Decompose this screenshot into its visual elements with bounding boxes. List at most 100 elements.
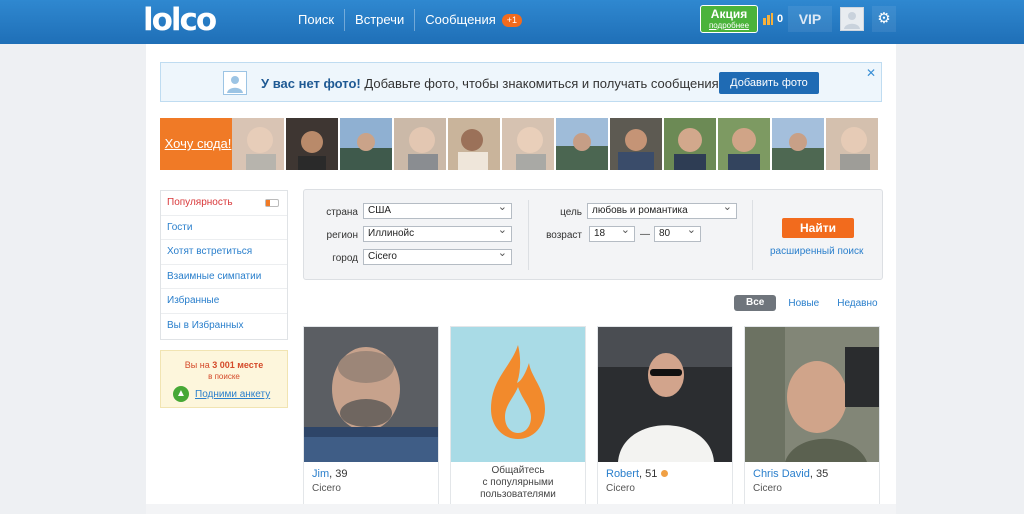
promo-card-line: с популярными [482,477,554,488]
find-button[interactable]: Найти [782,218,854,238]
featured-user-thumb[interactable] [772,118,824,170]
rank-prefix: Вы на [184,360,213,370]
tab-new[interactable]: Новые [788,298,819,309]
profile-age: , 35 [809,468,829,480]
popular-users-promo-card[interactable]: Общайтесь с популярными пользователями [450,326,586,514]
region-select[interactable]: Иллинойс [363,223,512,242]
nav-search[interactable]: Поиск [288,9,344,31]
profile-name-line: Chris David, 35 [753,468,828,480]
age-from-select[interactable]: 18 [589,223,635,242]
no-photo-text: Добавьте фото, чтобы знакомиться и получ… [360,76,719,91]
sidebar-item-in-favorites[interactable]: Вы в Избранных [161,314,287,339]
search-filters-panel: страна США регион Иллинойс город Cicero … [303,189,883,280]
profile-card[interactable]: Robert, 51 Cicero [597,326,733,514]
sidebar-item-guests[interactable]: Гости [161,216,287,241]
vip-button[interactable]: VIP [788,6,832,32]
popularity-toggle[interactable] [265,199,279,207]
boost-profile-link[interactable]: Подними анкету [195,389,270,400]
sidebar-item-label: Гости [167,221,193,233]
featured-user-thumb[interactable] [664,118,716,170]
tab-recent[interactable]: Недавно [837,298,877,309]
nav-meetings[interactable]: Встречи [345,9,414,31]
sidebar-item-label: Избранные [167,295,220,307]
coins-balance[interactable]: 0 [762,10,783,28]
featured-user-thumb[interactable] [502,118,554,170]
sidebar-item-label: Вы в Избранных [167,319,244,331]
profile-city: Cicero [753,483,782,494]
sidebar-item-mutual-likes[interactable]: Взаимные симпатии [161,265,287,290]
sidebar-item-favorites[interactable]: Избранные [161,289,287,314]
promo-card-text: Общайтесь с популярными пользователями [451,465,585,501]
main-nav: Поиск Встречи Сообщения +1 [288,0,532,40]
nav-messages[interactable]: Сообщения +1 [415,9,532,31]
featured-user-thumb[interactable] [826,118,878,170]
sidebar-item-want-to-meet[interactable]: Хотят встретиться [161,240,287,265]
profile-name-line: Robert, 51 [606,468,669,480]
tab-all[interactable]: Все [734,295,777,311]
no-photo-message: У вас нет фото! Добавьте фото, чтобы зна… [261,76,719,91]
profile-card[interactable]: Jim, 39 Cicero [303,326,439,514]
panel-divider [752,200,753,270]
age-to-select[interactable]: 80 [654,223,701,242]
gear-icon[interactable]: ⚙ [872,6,896,32]
rank-place: 3 001 месте [212,360,264,370]
featured-user-thumb[interactable] [448,118,500,170]
rank-line: Вы на 3 001 месте [161,360,287,370]
site-logo[interactable]: lolco [143,4,217,36]
no-photo-notice: У вас нет фото! Добавьте фото, чтобы зна… [160,62,882,102]
add-photo-button[interactable]: Добавить фото [719,72,819,94]
city-label: город [332,253,358,264]
sidebar-item-label: Хотят встретиться [167,246,253,258]
promo-title: Акция [710,7,748,21]
featured-user-thumb[interactable] [718,118,770,170]
search-rank-box: Вы на 3 001 месте в поиске ▲ Подними анк… [160,350,288,408]
no-photo-title: У вас нет фото! [261,76,361,91]
profile-card[interactable]: Chris David, 35 Cicero [744,326,880,514]
profile-photo[interactable] [598,327,732,462]
profile-city: Cicero [312,483,341,494]
promo-details-link[interactable]: подробнее [701,21,757,31]
country-label: страна [326,207,358,218]
sidebar-menu: Популярность Гости Хотят встретиться Вза… [160,190,288,340]
flame-icon [451,327,585,462]
goal-label: цель [560,207,582,218]
profile-name[interactable]: Robert [606,468,639,480]
featured-users-strip: Хочу сюда! [160,118,882,170]
rank-suffix: в поиске [208,372,240,381]
top-navigation-bar: lolco Поиск Встречи Сообщения +1 Акция по… [0,0,1024,44]
featured-user-thumb[interactable] [394,118,446,170]
region-label: регион [326,230,358,241]
profile-city: Cicero [606,483,635,494]
nav-search-label: Поиск [298,12,335,27]
sidebar-item-label: Популярность [167,197,233,208]
nav-meetings-label: Встречи [355,12,405,27]
promo-card-line: Общайтесь [491,465,545,476]
profile-photo[interactable] [745,327,879,462]
arrow-up-icon[interactable]: ▲ [173,386,189,402]
featured-user-thumb[interactable] [556,118,608,170]
advanced-search-link[interactable]: расширенный поиск [770,246,863,257]
featured-user-thumb[interactable] [610,118,662,170]
profile-photo[interactable] [304,327,438,462]
age-range-dash: — [640,229,650,240]
avatar-placeholder-icon [844,12,860,29]
promo-card-line: пользователями [480,489,556,500]
user-avatar[interactable] [840,7,864,31]
close-icon[interactable]: ✕ [866,66,876,80]
messages-count-badge: +1 [501,13,523,27]
goal-select[interactable]: любовь и романтика [587,200,737,219]
featured-user-thumb[interactable] [340,118,392,170]
panel-divider [528,200,529,270]
profile-age: , 51 [639,468,658,480]
sidebar-item-popularity[interactable]: Популярность [161,191,287,216]
featured-user-thumb[interactable] [232,118,284,170]
featured-user-thumb[interactable] [286,118,338,170]
profile-name[interactable]: Jim [312,468,329,480]
profile-name[interactable]: Chris David [753,468,810,480]
country-select[interactable]: США [363,200,512,219]
coins-icon [763,13,773,25]
profile-age: , 39 [329,468,348,480]
city-select[interactable]: Cicero [363,246,512,265]
want-here-button[interactable]: Хочу сюда! [160,118,244,170]
promo-button[interactable]: Акция подробнее [700,5,758,33]
